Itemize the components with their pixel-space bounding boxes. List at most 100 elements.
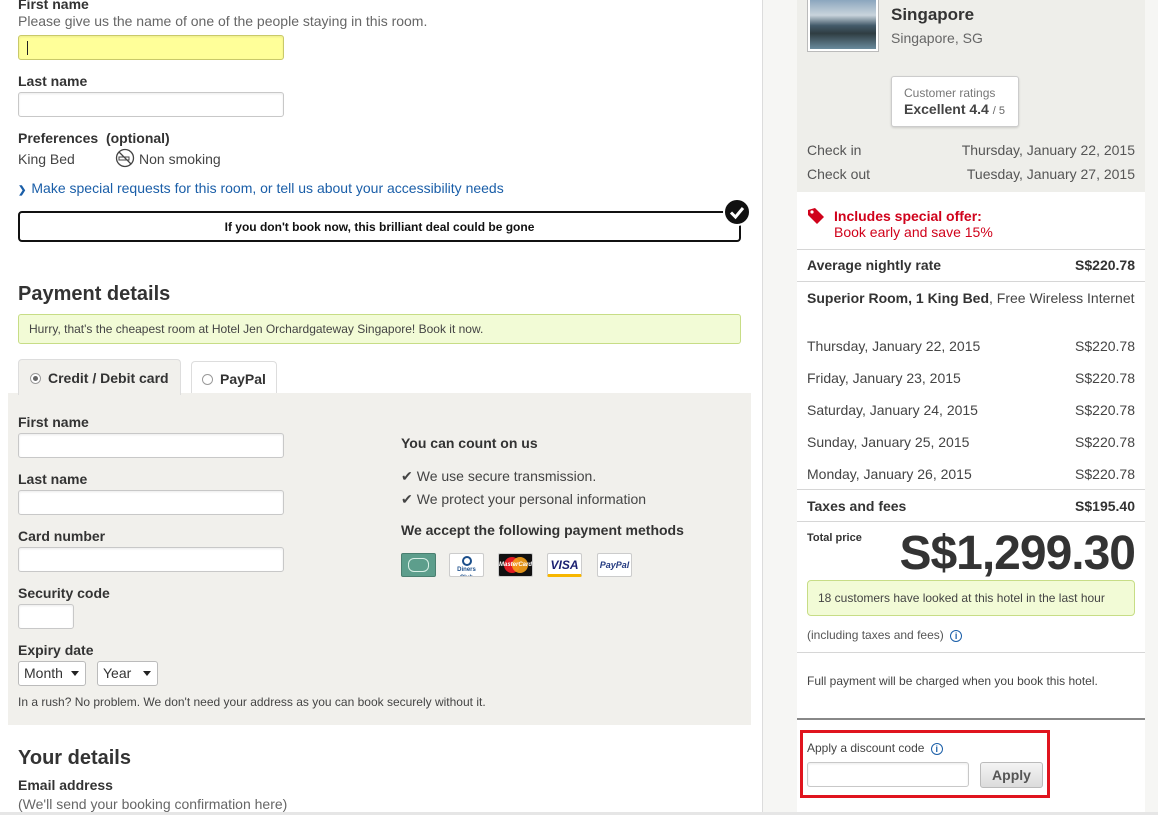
average-rate-row: Average nightly rate S$220.78 — [807, 257, 1135, 273]
tab-paypal[interactable]: PayPal — [191, 361, 277, 393]
discount-label: Apply a discount code — [807, 741, 925, 755]
radio-unselected — [202, 374, 213, 385]
trust-item-text: We protect your personal information — [416, 491, 647, 507]
card-number-label: Card number — [18, 528, 106, 544]
cheapest-notice: Hurry, that's the cheapest room at Hotel… — [18, 314, 741, 344]
rating-max: / 5 — [992, 105, 1005, 117]
offer-title: Includes special offer: — [834, 208, 982, 224]
check-out-label: Check out — [807, 166, 871, 182]
radio-selected — [30, 373, 41, 384]
card-number-input[interactable] — [18, 547, 284, 572]
guest-last-name-input[interactable] — [18, 92, 284, 117]
price-tag-icon — [807, 207, 825, 228]
total-value: S$1,299.30 — [899, 527, 1136, 580]
night-price: S$220.78 — [1075, 370, 1135, 386]
night-row: Sunday, January 25, 2015 S$220.78 — [807, 434, 1135, 450]
tab-credit-label: Credit / Debit card — [48, 370, 169, 386]
check-in-date: Thursday, January 22, 2015 — [961, 142, 1135, 158]
amex-logo-icon — [401, 553, 436, 577]
checkmark-badge-icon — [723, 198, 751, 226]
night-date: Friday, January 23, 2015 — [807, 370, 961, 386]
cheapest-notice-text: Hurry, that's the cheapest room at Hotel… — [29, 322, 484, 336]
night-row: Thursday, January 22, 2015 S$220.78 — [807, 338, 1135, 354]
room-extra: , Free Wireless Internet — [989, 290, 1135, 306]
night-row: Monday, January 26, 2015 S$220.78 — [807, 466, 1135, 482]
customer-rating-box: Customer ratings Excellent 4.4 / 5 — [891, 76, 1019, 127]
offer-text: Book early and save 15% — [834, 224, 993, 240]
card-last-name-label: Last name — [18, 471, 88, 487]
urgency-banner: If you don't book now, this brilliant de… — [18, 211, 741, 242]
viewers-notice: 18 customers have looked at this hotel i… — [807, 580, 1135, 616]
checkmark-icon: ✔ — [401, 491, 413, 507]
discount-code-input[interactable] — [807, 762, 969, 787]
night-row: Friday, January 23, 2015 S$220.78 — [807, 370, 1135, 386]
expiry-year-select[interactable]: Year — [97, 661, 158, 686]
card-last-name-input[interactable] — [18, 490, 284, 515]
divider — [797, 718, 1145, 720]
taxes-value: S$195.40 — [1075, 498, 1135, 514]
special-requests-text: Make special requests for this room, or … — [31, 180, 504, 196]
check-in-row: Check in Thursday, January 22, 2015 — [807, 142, 1135, 158]
methods-title: We accept the following payment methods — [401, 522, 684, 538]
rating-label: Customer ratings — [904, 86, 996, 100]
info-icon[interactable]: i — [950, 630, 963, 642]
bed-preference: King Bed — [18, 151, 75, 167]
full-payment-note: Full payment will be charged when you bo… — [807, 674, 1098, 688]
chevron-down-icon — [143, 671, 151, 676]
hotel-thumbnail[interactable] — [807, 0, 879, 52]
urgency-text: If you don't book now, this brilliant de… — [224, 220, 535, 234]
apply-discount-button[interactable]: Apply — [980, 762, 1043, 788]
average-rate-value: S$220.78 — [1075, 257, 1135, 273]
booking-summary: Singapore Singapore, SG Customer ratings… — [797, 0, 1145, 815]
preferences-label: Preferences (optional) — [18, 130, 170, 146]
guest-first-name-input[interactable] — [18, 35, 284, 60]
night-date: Monday, January 26, 2015 — [807, 466, 972, 482]
divider — [797, 521, 1145, 522]
card-first-name-label: First name — [18, 414, 89, 430]
expiry-label: Expiry date — [18, 642, 94, 658]
hotel-photo — [810, 0, 876, 49]
trust-item: ✔ We use secure transmission. — [401, 468, 596, 485]
guest-last-name-label: Last name — [18, 73, 88, 89]
taxes-row: Taxes and fees S$195.40 — [807, 498, 1135, 514]
guest-first-name-label: First name — [18, 0, 89, 12]
trust-item: ✔ We protect your personal information — [401, 491, 646, 508]
guest-first-name-hint: Please give us the name of one of the pe… — [18, 13, 428, 29]
expiry-year-value: Year — [103, 665, 132, 681]
check-out-date: Tuesday, January 27, 2015 — [966, 166, 1135, 182]
divider — [797, 281, 1145, 282]
average-rate-label: Average nightly rate — [807, 257, 942, 273]
info-icon[interactable]: i — [930, 743, 943, 755]
night-date: Sunday, January 25, 2015 — [807, 434, 970, 450]
special-requests-link[interactable]: ❯ Make special requests for this room, or… — [18, 180, 504, 196]
apply-button-label: Apply — [992, 767, 1031, 783]
rating-word: Excellent — [904, 101, 966, 117]
night-date: Saturday, January 24, 2015 — [807, 402, 978, 418]
mastercard-logo-icon: MasterCard — [498, 553, 533, 577]
night-price: S$220.78 — [1075, 402, 1135, 418]
divider — [797, 489, 1145, 490]
paypal-logo-icon: PayPal — [597, 553, 632, 577]
tab-credit-debit-card[interactable]: Credit / Debit card — [18, 359, 181, 395]
checkmark-icon: ✔ — [401, 468, 413, 484]
chevron-right-icon: ❯ — [18, 185, 27, 196]
diners-club-logo-icon: Diners Club — [449, 553, 484, 577]
night-date: Thursday, January 22, 2015 — [807, 338, 981, 354]
email-hint: (We'll send your booking confirmation he… — [18, 796, 288, 812]
your-details-title: Your details — [18, 747, 131, 769]
expiry-month-select[interactable]: Month — [18, 661, 86, 686]
security-code-label: Security code — [18, 585, 110, 601]
chevron-down-icon — [71, 671, 79, 676]
no-address-note: In a rush? No problem. We don't need you… — [18, 695, 486, 709]
check-out-row: Check out Tuesday, January 27, 2015 — [807, 166, 1135, 182]
room-name: Superior Room, 1 King Bed — [807, 290, 990, 306]
tab-paypal-label: PayPal — [220, 371, 266, 387]
text-cursor — [27, 41, 28, 55]
hotel-name: Singapore — [891, 5, 975, 24]
card-first-name-input[interactable] — [18, 433, 284, 458]
visa-text: VISA — [550, 558, 579, 572]
security-code-input[interactable] — [18, 604, 74, 629]
night-price: S$220.78 — [1075, 338, 1135, 354]
diners-club-text: Diners Club — [457, 567, 476, 576]
email-label: Email address — [18, 777, 113, 793]
